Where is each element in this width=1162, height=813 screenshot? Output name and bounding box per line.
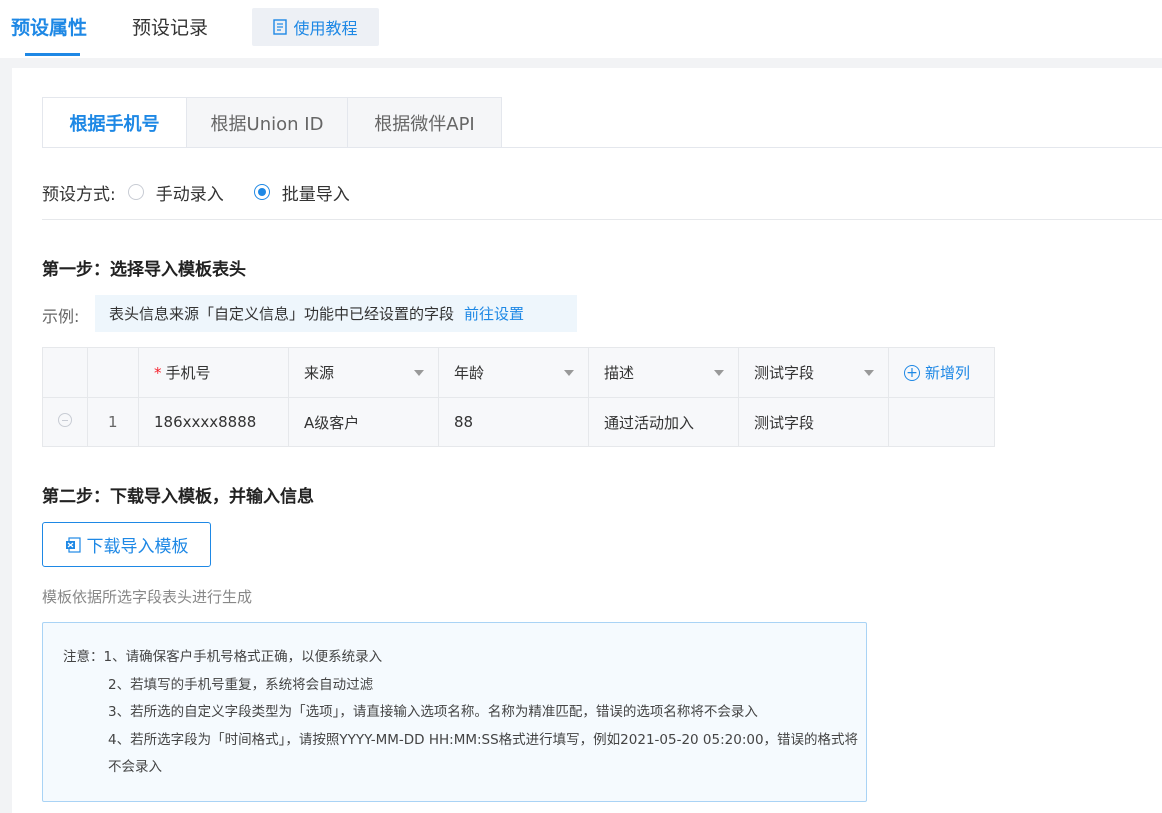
- header-test-field[interactable]: 测试字段: [738, 347, 889, 398]
- tab-preset-records[interactable]: 预设记录: [132, 14, 208, 42]
- notice-item: 4、若所选字段为「时间格式」，请按照YYYY-MM-DD HH:MM:SS格式进…: [108, 731, 859, 776]
- header-phone: * 手机号: [138, 347, 289, 398]
- header-label: 手机号: [165, 364, 211, 382]
- radio-batch-import[interactable]: 批量导入: [253, 180, 350, 205]
- radio-manual-entry[interactable]: 手动录入: [127, 180, 224, 205]
- radio-dot: [253, 184, 270, 200]
- row-cell-source: A级客户: [288, 397, 439, 447]
- radio-label: 手动录入: [155, 184, 224, 205]
- add-column-label: 新增列: [925, 364, 971, 382]
- notice-item: 3、若所选的自定义字段类型为「选项」，请直接输入选项名称。名称为精准匹配，错误的…: [108, 704, 758, 720]
- sub-tabs-divider: [42, 147, 1162, 148]
- row-cell-test-field: 测试字段: [738, 397, 889, 447]
- header-source[interactable]: 来源: [288, 347, 439, 398]
- add-column-cell: + 新增列: [888, 347, 995, 398]
- tab-by-union-id[interactable]: 根据Union ID: [187, 97, 348, 148]
- minus-circle-icon[interactable]: [58, 413, 72, 427]
- caret-down-icon: [564, 369, 574, 376]
- notice-line-1: 注意：1、请确保客户手机号格式正确，以便系统录入: [63, 644, 866, 672]
- tab-by-phone[interactable]: 根据手机号: [42, 97, 187, 148]
- notice-box: 注意：1、请确保客户手机号格式正确，以便系统录入 2、若填写的手机号重复，系统将…: [42, 622, 867, 802]
- plus-circle-icon: +: [904, 364, 920, 381]
- tutorial-label: 使用教程: [293, 19, 358, 38]
- excel-icon: [65, 536, 81, 553]
- caret-down-icon: [714, 369, 724, 376]
- required-mark: *: [154, 364, 162, 382]
- tab-preset-attributes[interactable]: 预设属性: [11, 14, 87, 42]
- template-header-table: * 手机号 来源 年龄 描述 测试字段 + 新增列 1 186xxxx8888 …: [42, 347, 995, 447]
- section-divider: [42, 219, 1162, 220]
- notice-prefix: 注意：: [63, 649, 104, 665]
- active-tab-underline: [25, 53, 80, 56]
- caret-down-icon: [864, 369, 874, 376]
- step2-title: 第二步：下载导入模板，并输入信息: [42, 487, 314, 507]
- header-label: 测试字段: [754, 364, 815, 382]
- header-age[interactable]: 年龄: [438, 347, 589, 398]
- row-remove-cell: [42, 397, 88, 447]
- caret-down-icon: [414, 369, 424, 376]
- goto-settings-link[interactable]: 前往设置: [464, 303, 524, 324]
- download-template-button[interactable]: 下载导入模板: [42, 522, 211, 567]
- add-column-button[interactable]: + 新增列: [904, 362, 994, 383]
- main-panel: 根据手机号 根据Union ID 根据微伴API 预设方式: 手动录入 批量导入…: [12, 68, 1162, 813]
- top-bar: 预设属性 预设记录 使用教程: [0, 0, 1162, 58]
- radio-label: 批量导入: [281, 184, 350, 205]
- table-cell: [87, 347, 139, 398]
- example-label: 示例:: [42, 307, 80, 326]
- notice-item: 1、请确保客户手机号格式正确，以便系统录入: [103, 649, 383, 665]
- preset-mode-label: 预设方式:: [42, 184, 116, 205]
- example-text: 表头信息来源「自定义信息」功能中已经设置的字段: [109, 305, 455, 323]
- radio-dot: [127, 184, 144, 200]
- header-label: 来源: [304, 364, 335, 382]
- header-label: 描述: [604, 364, 635, 382]
- notice-item: 2、若填写的手机号重复，系统将会自动过滤: [108, 676, 374, 693]
- step1-title: 第一步：选择导入模板表头: [42, 260, 246, 280]
- preset-mode-row: 预设方式: 手动录入 批量导入: [42, 178, 350, 206]
- sub-tabs: 根据手机号 根据Union ID 根据微伴API: [42, 97, 502, 148]
- example-info-box: 表头信息来源「自定义信息」功能中已经设置的字段 前往设置: [95, 295, 577, 332]
- book-icon: [273, 19, 288, 35]
- row-cell-phone: 186xxxx8888: [138, 397, 289, 447]
- template-hint: 模板依据所选字段表头进行生成: [42, 588, 253, 606]
- download-template-label: 下载导入模板: [86, 537, 189, 557]
- tutorial-button[interactable]: 使用教程: [252, 8, 379, 46]
- row-cell-description: 通过活动加入: [588, 397, 739, 447]
- table-cell: [888, 397, 995, 447]
- row-cell-age: 88: [438, 397, 589, 447]
- header-label: 年龄: [454, 364, 485, 382]
- row-index: 1: [87, 397, 139, 447]
- tab-by-weiban-api[interactable]: 根据微伴API: [348, 97, 502, 148]
- table-cell: [42, 347, 88, 398]
- table-row: 1 186xxxx8888 A级客户 88 通过活动加入 测试字段: [42, 397, 995, 447]
- header-description[interactable]: 描述: [588, 347, 739, 398]
- table-header-row: * 手机号 来源 年龄 描述 测试字段 + 新增列: [42, 347, 995, 398]
